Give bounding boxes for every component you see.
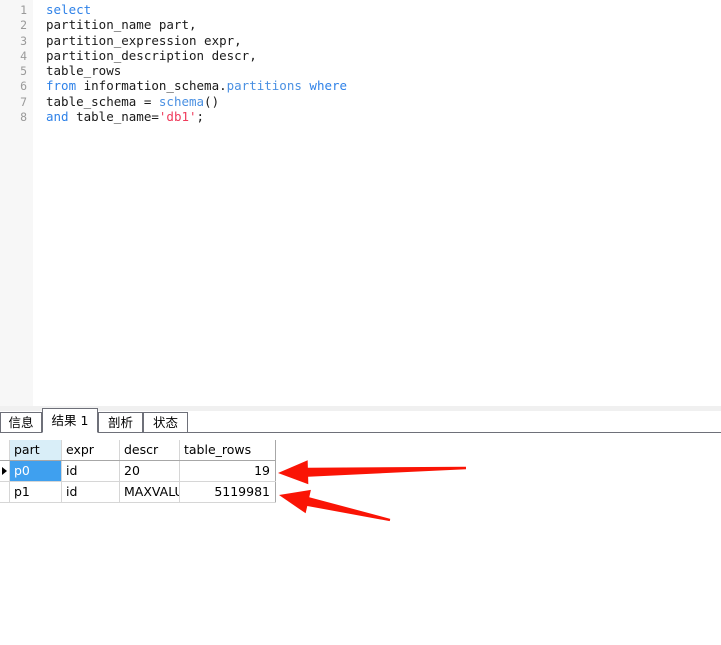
line-number: 2 [20, 18, 27, 33]
code-line-text[interactable]: partition_description descr, [27, 48, 257, 63]
current-row-arrow-icon [2, 467, 7, 475]
code-token-kw: select [46, 2, 92, 17]
code-token-kw: where [309, 78, 348, 94]
code-token-pln: partition_name part, [46, 17, 197, 33]
column-header-part[interactable]: part [10, 440, 62, 460]
code-line[interactable]: 8 and table_name='db1'; [0, 109, 721, 124]
cell-table_rows[interactable]: 19 [180, 461, 276, 481]
code-line[interactable]: 4 partition_description descr, [0, 48, 721, 63]
cell-table_rows[interactable]: 5119981 [180, 482, 276, 502]
tab-result[interactable]: 结果 1 [42, 408, 98, 433]
code-token-kw: from [46, 78, 77, 94]
result-grid[interactable]: part expr descr table_rows p0 id 20 19 p1 id MAXVA… [0, 440, 276, 503]
grid-header-row: part expr descr table_rows [0, 440, 276, 461]
code-token-fn: partitions [226, 78, 302, 94]
code-line-text[interactable]: table_rows [27, 63, 121, 78]
cell-part[interactable]: p1 [10, 482, 62, 502]
code-token-fn: schema [158, 93, 205, 109]
code-line-text[interactable]: table_schema = schema() [27, 94, 219, 109]
table-row[interactable]: p0 id 20 19 [0, 461, 276, 482]
arrow-row-p0 [278, 460, 467, 485]
cell-descr[interactable]: 20 [120, 461, 180, 481]
code-line[interactable]: 6 from information_schema.partitions wher… [0, 78, 721, 93]
sql-code-editor[interactable]: 1 select 2 partition_name part, 3 partition_e… [0, 0, 721, 406]
column-header-expr[interactable]: expr [62, 440, 120, 460]
line-number: 3 [20, 33, 27, 48]
cell-part[interactable]: p0 [10, 461, 62, 481]
grid-corner-cell [0, 440, 10, 460]
table-row[interactable]: p1 id MAXVALU 5119981 [0, 482, 276, 503]
code-line-text[interactable]: from information_schema.partitions where [27, 78, 347, 93]
column-header-table_rows[interactable]: table_rows [180, 440, 276, 460]
code-line[interactable]: 5 table_rows [0, 63, 721, 78]
code-token-pln: partition_expression expr, [46, 32, 242, 48]
code-line[interactable]: 1 select [0, 2, 721, 17]
code-token-pln: information_schema. [76, 78, 227, 94]
code-token-pln: () [204, 93, 220, 109]
line-number: 4 [20, 48, 27, 63]
code-line-text[interactable]: partition_expression expr, [27, 33, 242, 48]
arrow-row-p1 [279, 489, 391, 522]
code-token-pln: table_name= [68, 109, 159, 125]
line-number: 1 [20, 3, 27, 17]
code-lines-container[interactable]: 1 select 2 partition_name part, 3 partition_e… [0, 2, 721, 124]
code-line[interactable]: 2 partition_name part, [0, 17, 721, 32]
line-number: 7 [20, 94, 27, 109]
code-token-pln: partition_description descr, [46, 47, 257, 63]
cell-expr[interactable]: id [62, 461, 120, 481]
cell-expr[interactable]: id [62, 482, 120, 502]
result-tab-bar: 信息 结果 1 剖析 状态 [0, 408, 721, 433]
tab-item-2[interactable]: 剖析 [98, 412, 143, 432]
code-line-text[interactable]: partition_name part, [27, 17, 197, 32]
column-header-descr[interactable]: descr [120, 440, 180, 460]
row-indicator[interactable] [0, 482, 10, 502]
tab-item-0[interactable]: 信息 [0, 412, 42, 432]
code-token-kw: and [46, 109, 69, 125]
code-token-pln: table_rows [46, 63, 122, 79]
line-number: 8 [20, 110, 27, 125]
line-number: 5 [20, 64, 27, 79]
code-line[interactable]: 7 table_schema = schema() [0, 94, 721, 109]
tab-item-3[interactable]: 状态 [143, 412, 188, 432]
code-line-text[interactable]: and table_name='db1'; [27, 109, 204, 124]
code-token-pln: table_schema = [46, 93, 159, 109]
code-token-pln: ; [196, 109, 205, 125]
code-token-str: 'db1' [158, 109, 197, 125]
code-line-text[interactable]: select [27, 2, 91, 17]
code-line[interactable]: 3 partition_expression expr, [0, 33, 721, 48]
line-number: 6 [20, 79, 27, 94]
row-indicator[interactable] [0, 461, 10, 481]
cell-descr[interactable]: MAXVALU [120, 482, 180, 502]
